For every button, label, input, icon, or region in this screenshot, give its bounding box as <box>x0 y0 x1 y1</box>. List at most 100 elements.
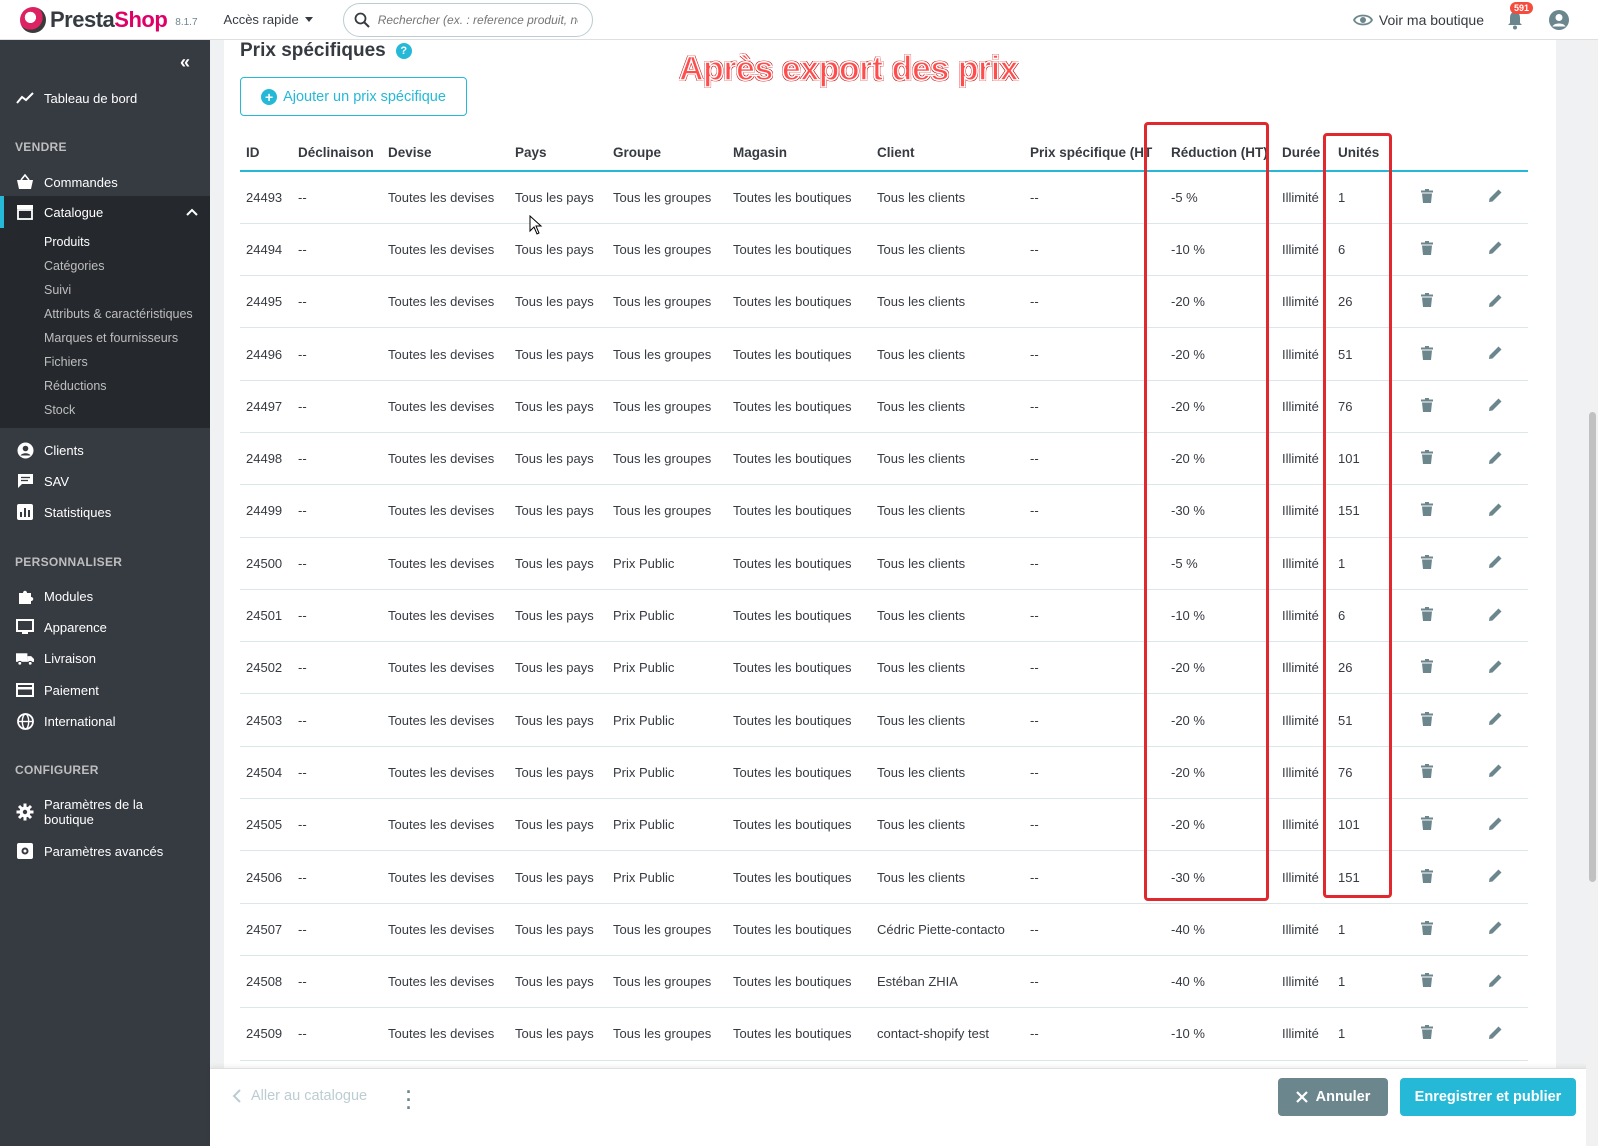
cell-specific-price: -- <box>1024 484 1165 538</box>
delete-button[interactable] <box>1392 1007 1462 1061</box>
sidebar-subitem-products[interactable]: Produits <box>44 235 90 249</box>
cell-group: Tous les groupes <box>607 380 727 433</box>
sidebar-item-shipping[interactable]: Livraison <box>0 648 210 668</box>
sidebar-subitem-files[interactable]: Fichiers <box>44 355 88 369</box>
edit-button[interactable] <box>1462 1007 1528 1061</box>
sidebar: « Tableau de bord VENDRE Commandes Catal… <box>0 40 210 1146</box>
cancel-label: Annuler <box>1315 1089 1371 1105</box>
sidebar-item-shop-parameters[interactable]: Paramètres de la boutique <box>0 795 210 829</box>
cell-store: Toutes les boutiques <box>727 641 871 695</box>
delete-button[interactable] <box>1392 746 1462 800</box>
cell-country: Tous les pays <box>509 171 607 224</box>
column-header-delete <box>1392 134 1462 172</box>
edit-button[interactable] <box>1462 537 1528 590</box>
search-input[interactable] <box>377 12 578 27</box>
scrollbar-thumb[interactable] <box>1589 412 1596 882</box>
delete-button[interactable] <box>1392 223 1462 277</box>
delete-button[interactable] <box>1392 589 1462 643</box>
view-shop-link[interactable]: Voir ma boutique <box>1352 12 1484 28</box>
delete-button[interactable] <box>1392 537 1462 590</box>
cell-currency: Toutes les devises <box>382 955 509 1009</box>
cell-country: Tous les pays <box>509 850 607 904</box>
edit-button[interactable] <box>1462 903 1528 956</box>
cell-country: Tous les pays <box>509 693 607 747</box>
collapse-sidebar-icon[interactable]: « <box>180 52 190 73</box>
cell-store: Toutes les boutiques <box>727 746 871 800</box>
edit-button[interactable] <box>1462 693 1528 747</box>
cell-combination: -- <box>292 693 382 747</box>
sidebar-item-dashboard[interactable]: Tableau de bord <box>0 88 210 108</box>
edit-button[interactable] <box>1462 327 1528 381</box>
edit-button[interactable] <box>1462 171 1528 224</box>
sidebar-item-advanced-parameters[interactable]: Paramètres avancés <box>0 841 210 861</box>
cell-country: Tous les pays <box>509 746 607 800</box>
sidebar-subitem-discounts[interactable]: Réductions <box>44 379 107 393</box>
sidebar-subitem-brands[interactable]: Marques et fournisseurs <box>44 331 178 345</box>
cell-group: Prix Public <box>607 641 727 695</box>
go-to-catalogue-label: Aller au catalogue <box>251 1088 368 1104</box>
table-row: 24502 -- Toutes les devises Tous les pays Pr… <box>240 641 1528 695</box>
trash-icon <box>1421 502 1433 517</box>
edit-button[interactable] <box>1462 850 1528 904</box>
delete-button[interactable] <box>1392 171 1462 224</box>
column-header-duration: Durée <box>1276 134 1332 172</box>
page-scrollbar[interactable] <box>1586 40 1598 1146</box>
edit-button[interactable] <box>1462 798 1528 852</box>
edit-button[interactable] <box>1462 589 1528 643</box>
cell-store: Toutes les boutiques <box>727 798 871 852</box>
help-icon[interactable]: ? <box>395 43 412 59</box>
cell-combination: -- <box>292 484 382 538</box>
sidebar-subitem-stock[interactable]: Stock <box>44 403 75 417</box>
go-to-catalogue-link[interactable]: Aller au catalogue <box>232 1088 367 1104</box>
sidebar-item-customers[interactable]: Clients <box>0 440 210 460</box>
prestashop-logo[interactable]: PrestaShop 8.1.7 <box>20 6 198 33</box>
notifications-button[interactable]: 591 <box>1506 1 1534 30</box>
delete-button[interactable] <box>1392 955 1462 1009</box>
edit-button[interactable] <box>1462 484 1528 538</box>
delete-button[interactable] <box>1392 798 1462 852</box>
cell-store: Toutes les boutiques <box>727 171 871 224</box>
sidebar-item-label: Paramètres de la boutique <box>44 797 143 827</box>
sidebar-item-orders[interactable]: Commandes <box>0 172 210 192</box>
edit-button[interactable] <box>1462 955 1528 1009</box>
delete-button[interactable] <box>1392 641 1462 695</box>
delete-button[interactable] <box>1392 903 1462 956</box>
pencil-icon <box>1488 294 1501 307</box>
edit-button[interactable] <box>1462 380 1528 433</box>
quick-access-dropdown[interactable]: Accès rapide <box>224 12 313 27</box>
sidebar-item-payment[interactable]: Paiement <box>0 680 210 700</box>
user-account-icon[interactable] <box>1548 9 1570 31</box>
search-box[interactable] <box>342 2 593 37</box>
cell-units: 151 <box>1332 484 1392 538</box>
sidebar-item-modules[interactable]: Modules <box>0 586 210 606</box>
delete-button[interactable] <box>1392 432 1462 486</box>
cancel-button[interactable]: Annuler <box>1278 1078 1388 1116</box>
delete-button[interactable] <box>1392 693 1462 747</box>
more-options-icon[interactable]: · · · <box>406 1083 412 1117</box>
delete-button[interactable] <box>1392 275 1462 329</box>
edit-button[interactable] <box>1462 432 1528 486</box>
cell-id: 24509 <box>240 1007 292 1061</box>
sidebar-subitem-categories[interactable]: Catégories <box>44 259 104 273</box>
sidebar-item-international[interactable]: International <box>0 711 210 731</box>
delete-button[interactable] <box>1392 327 1462 381</box>
cell-reduction: -10 % <box>1165 589 1276 643</box>
sidebar-item-stats[interactable]: Statistiques <box>0 502 210 522</box>
sidebar-item-catalogue[interactable]: Catalogue <box>0 196 210 228</box>
delete-button[interactable] <box>1392 380 1462 433</box>
sidebar-item-appearance[interactable]: Apparence <box>0 617 210 637</box>
cell-reduction: -20 % <box>1165 746 1276 800</box>
edit-button[interactable] <box>1462 746 1528 800</box>
edit-button[interactable] <box>1462 223 1528 277</box>
sidebar-item-label: Catalogue <box>44 204 104 220</box>
column-header-group: Groupe <box>607 134 727 172</box>
sidebar-subitem-monitoring[interactable]: Suivi <box>44 283 71 297</box>
edit-button[interactable] <box>1462 275 1528 329</box>
sidebar-item-sav[interactable]: SAV <box>0 471 210 491</box>
delete-button[interactable] <box>1392 850 1462 904</box>
save-and-publish-button[interactable]: Enregistrer et publier <box>1400 1078 1576 1116</box>
sidebar-subitem-attributes[interactable]: Attributs & caractéristiques <box>44 307 193 321</box>
add-specific-price-button[interactable]: + Ajouter un prix spécifique <box>240 77 467 116</box>
edit-button[interactable] <box>1462 641 1528 695</box>
delete-button[interactable] <box>1392 484 1462 538</box>
